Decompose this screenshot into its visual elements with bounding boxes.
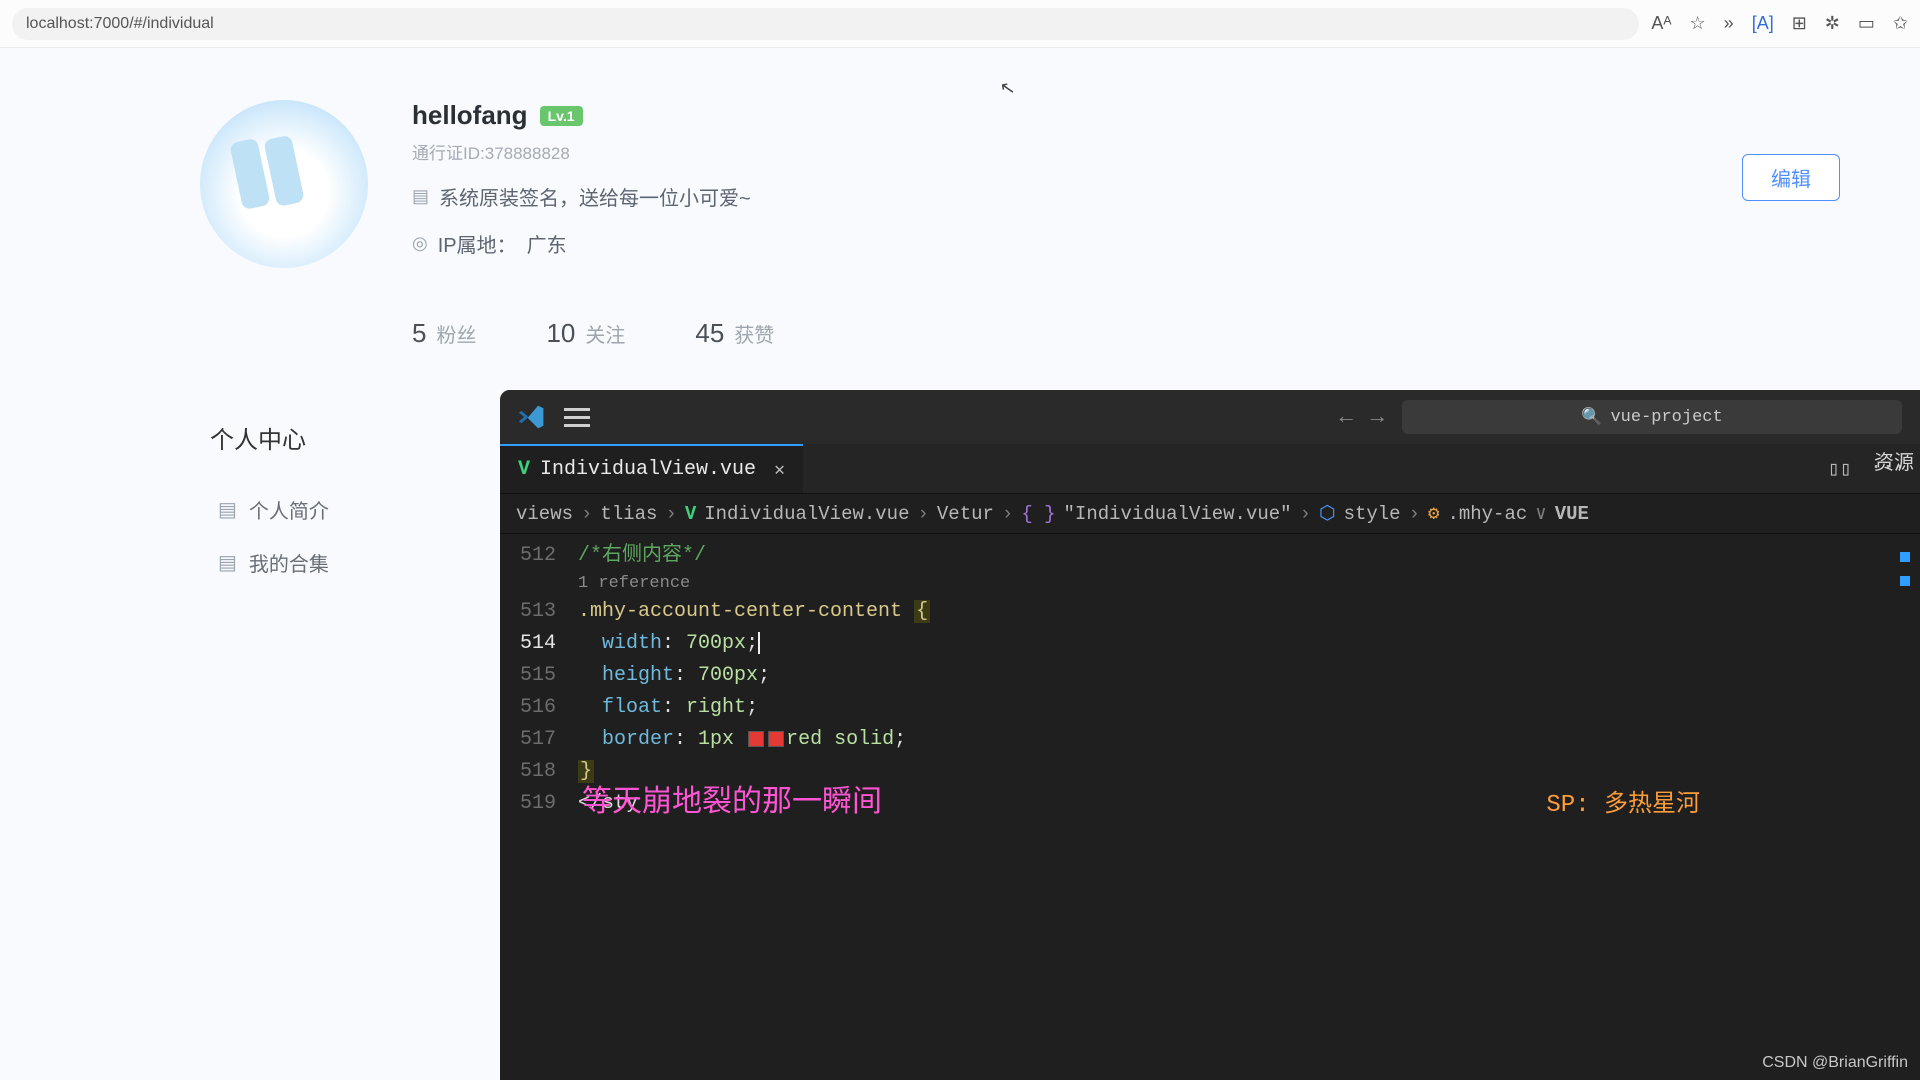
css-selector-icon: ⚙ — [1428, 502, 1439, 525]
vue-file-icon: V — [518, 458, 530, 481]
watermark: CSDN @BrianGriffin — [1762, 1054, 1908, 1072]
nav-back-icon[interactable]: ← — [1340, 405, 1353, 430]
close-icon[interactable]: ✕ — [774, 459, 785, 481]
edit-button[interactable]: 编辑 — [1742, 154, 1840, 201]
nav-forward-icon[interactable]: → — [1371, 405, 1384, 430]
profile-username: hellofang — [412, 100, 528, 131]
sp-overlay: SP: 多热星河 — [1546, 790, 1700, 822]
more-chevrons-icon[interactable]: » — [1724, 13, 1734, 34]
ip-value: 广东 — [527, 229, 567, 258]
profile-ip-line: ◎ IP属地： 广东 — [412, 229, 1860, 258]
code-body[interactable]: /*右侧内容*/ 1 reference .mhy-account-center… — [570, 534, 930, 826]
stat-followers[interactable]: 5 粉丝 — [412, 318, 476, 349]
browser-action-icons: Aᴬ ☆ » [A] ⊞ ✲ ▭ ✩ — [1651, 13, 1908, 34]
right-panel-label: 资源 — [1874, 446, 1914, 476]
color-swatch-icon — [748, 731, 764, 747]
menu-hamburger-icon[interactable] — [564, 408, 590, 427]
profile-signature: 系统原装签名，送给每一位小可爱~ — [439, 182, 751, 211]
profile-section: hellofang Lv.1 通行证ID:378888828 ▤ 系统原装签名，… — [0, 60, 1920, 349]
profile-stats: 5 粉丝 10 关注 45 获赞 — [412, 318, 1860, 349]
location-pin-icon: ◎ — [412, 233, 428, 254]
stat-likes[interactable]: 45 获赞 — [695, 318, 774, 349]
read-aloud-icon[interactable]: Aᴬ — [1651, 13, 1671, 34]
document-icon: ▤ — [218, 497, 237, 522]
bing-a-icon[interactable]: [A] — [1752, 13, 1774, 34]
sidebar: 个人中心 ▤ 个人简介 ▤ 我的合集 — [210, 420, 410, 589]
line-gutter: 512 513 514 515 516 517 518 519 — [500, 534, 570, 826]
tab-individualview[interactable]: V IndividualView.vue ✕ — [500, 444, 803, 493]
favorite-star-icon[interactable]: ☆ — [1690, 13, 1706, 34]
profile-signature-line: ▤ 系统原装签名，送给每一位小可爱~ — [412, 182, 1860, 211]
ip-label: IP属地： — [438, 229, 517, 258]
minimap[interactable] — [1900, 538, 1916, 600]
sidebar-item-label: 个人简介 — [249, 495, 329, 524]
document-icon: ▤ — [218, 550, 237, 575]
style-block-icon: ⬡ — [1319, 502, 1336, 525]
document-icon: ▤ — [412, 186, 429, 207]
level-badge: Lv.1 — [540, 106, 583, 126]
minimap-marker — [1900, 552, 1910, 562]
avatar[interactable] — [200, 100, 368, 268]
code-editor[interactable]: 512 513 514 515 516 517 518 519 /*右侧内容*/… — [500, 534, 1920, 826]
stat-following[interactable]: 10 关注 — [546, 318, 625, 349]
profile-id: 通行证ID:378888828 — [412, 139, 1860, 164]
breadcrumbs[interactable]: views› tlias› V IndividualView.vue› Vetu… — [500, 494, 1920, 534]
sidebar-item-profile[interactable]: ▤ 个人简介 — [210, 483, 410, 536]
url-text: localhost:7000/#/individual — [26, 15, 214, 33]
color-swatch-icon — [768, 731, 784, 747]
split-editor-icon[interactable]: ▯▯ — [1828, 456, 1852, 482]
minimap-marker — [1900, 576, 1910, 586]
vscode-titlebar: ← → 🔍 vue-project — [500, 390, 1920, 444]
tab-label: IndividualView.vue — [540, 458, 756, 481]
vscode-window: ← → 🔍 vue-project V IndividualView.vue ✕… — [500, 390, 1920, 1080]
address-bar[interactable]: localhost:7000/#/individual — [12, 8, 1639, 40]
sidebar-item-label: 我的合集 — [249, 548, 329, 577]
sidebar-title: 个人中心 — [210, 420, 410, 455]
favorites-bar-icon[interactable]: ✩ — [1893, 13, 1908, 34]
vscode-tabbar: V IndividualView.vue ✕ ▯▯ ··· — [500, 444, 1920, 494]
vue-file-icon: V — [685, 503, 696, 525]
search-placeholder: vue-project — [1610, 408, 1722, 427]
browser-chrome: localhost:7000/#/individual Aᴬ ☆ » [A] ⊞… — [0, 0, 1920, 48]
extensions-icon[interactable]: ✲ — [1825, 13, 1840, 34]
search-icon: 🔍 — [1581, 407, 1602, 428]
vscode-search-input[interactable]: 🔍 vue-project — [1402, 400, 1902, 434]
text-caret — [758, 632, 760, 654]
vscode-logo-icon — [518, 403, 546, 431]
collections-icon[interactable]: ⊞ — [1792, 13, 1807, 34]
sidebar-item-collections[interactable]: ▤ 我的合集 — [210, 536, 410, 589]
reading-list-icon[interactable]: ▭ — [1858, 13, 1875, 34]
braces-icon: { } — [1021, 503, 1055, 525]
